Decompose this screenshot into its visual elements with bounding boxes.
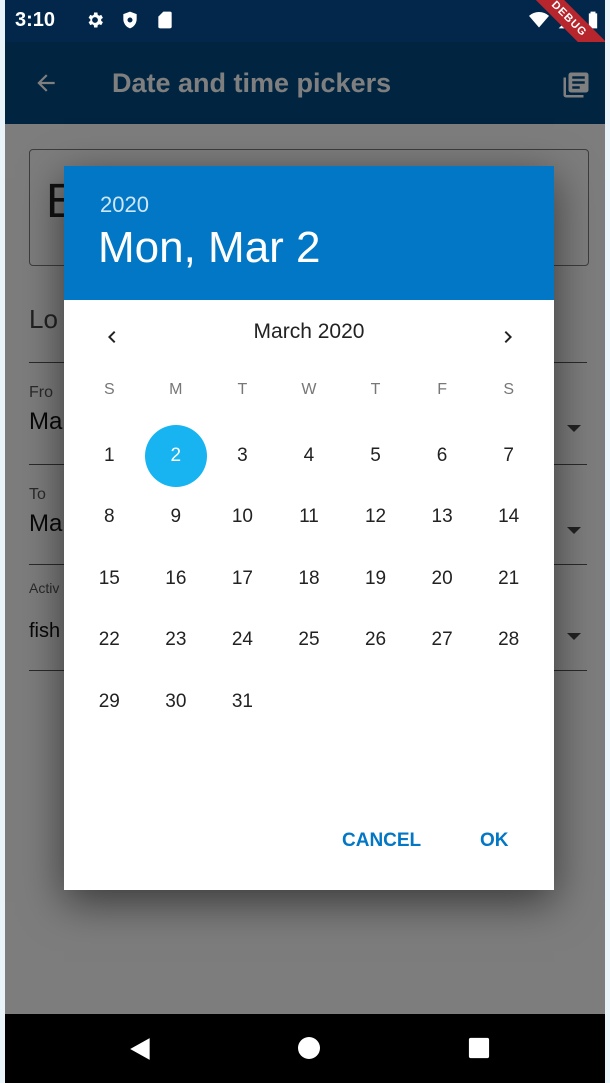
ok-button[interactable]: OK <box>480 830 509 852</box>
nav-back-icon[interactable] <box>128 1036 154 1062</box>
navigation-bar <box>5 1014 605 1083</box>
day-cell[interactable]: 5 <box>342 425 409 487</box>
day-cell[interactable]: 11 <box>276 487 343 549</box>
cancel-button[interactable]: CANCEL <box>342 830 421 852</box>
day-number: 7 <box>503 444 514 466</box>
day-number: 9 <box>170 506 182 528</box>
day-number: 2 <box>144 424 207 487</box>
day-cell[interactable]: 15 <box>76 548 143 610</box>
day-cell[interactable]: 28 <box>475 610 542 672</box>
nav-recents-icon[interactable] <box>468 1037 490 1059</box>
settings-icon <box>88 12 103 28</box>
chevron-right-icon[interactable] <box>496 325 520 349</box>
day-number: 11 <box>299 506 319 528</box>
day-cell[interactable]: 9 <box>143 487 210 549</box>
day-number: 6 <box>436 444 448 466</box>
day-number: 24 <box>231 629 253 651</box>
day-cell[interactable]: 29 <box>76 671 143 733</box>
day-cell[interactable]: 3 <box>209 425 276 487</box>
date-picker-header: 2020 Mon, Mar 2 <box>64 166 554 300</box>
day-number: 19 <box>364 567 387 589</box>
day-number: 12 <box>364 506 387 528</box>
day-cell[interactable]: 24 <box>209 610 276 672</box>
day-number: 15 <box>98 567 120 589</box>
day-cell[interactable]: 19 <box>342 548 409 610</box>
day-cell[interactable]: 16 <box>143 548 210 610</box>
day-number: 18 <box>298 567 320 589</box>
day-number: 20 <box>431 567 453 589</box>
phone-screen: 3:10 DEBUG Date and time pickers E Lo Fr… <box>5 0 605 1083</box>
day-number: 23 <box>165 629 187 651</box>
day-number: 26 <box>364 629 387 651</box>
day-number: 25 <box>298 629 320 651</box>
day-number: 31 <box>231 690 253 712</box>
day-cell[interactable]: 27 <box>409 610 476 672</box>
date-picker-dialog: 2020 Mon, Mar 2 March 2020 SMTWTFS 12345… <box>64 166 554 890</box>
shield-icon <box>123 11 137 29</box>
day-number: 22 <box>98 629 120 651</box>
day-number: 10 <box>231 506 253 528</box>
weekday-label: W <box>301 381 317 398</box>
weekday-label: F <box>437 381 447 398</box>
day-number: 16 <box>165 567 187 589</box>
day-number: 29 <box>98 690 120 712</box>
day-number: 1 <box>103 444 115 466</box>
sd-card-icon <box>158 11 172 29</box>
day-number: 13 <box>431 506 453 528</box>
day-cell[interactable]: 23 <box>143 610 210 672</box>
status-time: 3:10 <box>15 9 56 31</box>
day-number: 3 <box>237 444 248 466</box>
day-cell[interactable]: 1 <box>76 425 143 487</box>
day-cell[interactable]: 13 <box>409 487 476 549</box>
day-cell[interactable]: 18 <box>276 548 343 610</box>
day-cell[interactable]: 6 <box>409 425 476 487</box>
status-bar: 3:10 DEBUG <box>5 0 605 76</box>
day-number: 14 <box>498 506 520 528</box>
weekday-header: SMTWTFS <box>76 381 542 405</box>
weekday-label: T <box>237 381 248 398</box>
day-number: 8 <box>103 506 115 528</box>
weekday-label: M <box>169 381 183 398</box>
day-cell[interactable]: 4 <box>276 425 343 487</box>
selected-date: Mon, Mar 2 <box>98 223 321 272</box>
day-cell[interactable]: 26 <box>342 610 409 672</box>
month-navigation: March 2020 <box>64 300 554 370</box>
day-cell[interactable]: 10 <box>209 487 276 549</box>
weekday-label: S <box>503 381 514 398</box>
month-label: March 2020 <box>253 320 365 343</box>
day-cell[interactable]: 31 <box>209 671 276 733</box>
selected-day-cell[interactable]: 2 <box>143 424 210 487</box>
calendar-grid: 1 2 3 4 5 6 7 8 9 10 11 12 13 14 15 16 17 18 19 20 21 22 23 24 2… <box>76 424 542 733</box>
day-number: 17 <box>231 567 253 589</box>
day-cell[interactable]: 7 <box>475 425 542 487</box>
day-cell[interactable]: 30 <box>143 671 210 733</box>
day-number: 30 <box>165 690 187 712</box>
day-cell[interactable]: 21 <box>475 548 542 610</box>
day-cell[interactable]: 25 <box>276 610 343 672</box>
wifi-icon <box>529 12 549 28</box>
nav-home-icon[interactable] <box>297 1036 321 1060</box>
day-cell[interactable]: 17 <box>209 548 276 610</box>
day-cell[interactable]: 20 <box>409 548 476 610</box>
day-number: 27 <box>431 629 453 651</box>
day-number: 21 <box>498 567 520 589</box>
day-cell[interactable]: 14 <box>475 487 542 549</box>
day-number: 5 <box>370 444 381 466</box>
day-cell[interactable]: 12 <box>342 487 409 549</box>
day-number: 28 <box>498 629 520 651</box>
day-cell[interactable]: 8 <box>76 487 143 549</box>
day-cell[interactable]: 22 <box>76 610 143 672</box>
weekday-label: S <box>103 381 115 398</box>
day-number: 4 <box>303 444 315 466</box>
selected-year[interactable]: 2020 <box>100 192 149 218</box>
weekday-label: T <box>370 381 381 398</box>
